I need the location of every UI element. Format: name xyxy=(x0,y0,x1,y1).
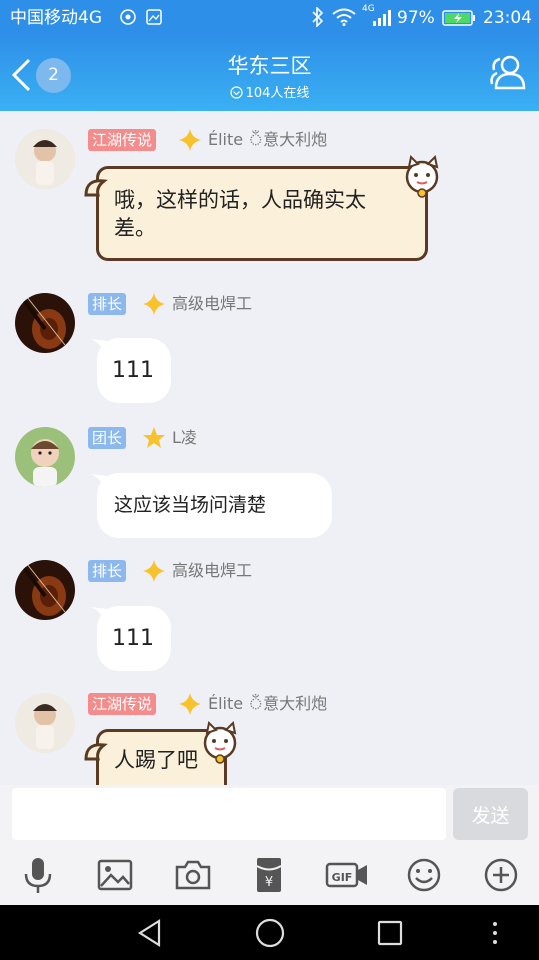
message-bubble[interactable]: 这应该当场问清楚 xyxy=(97,473,332,538)
message-text-line: 这应该当场问清楚 xyxy=(114,494,267,516)
svg-text:¥: ¥ xyxy=(265,875,273,890)
lucky-cat-icon xyxy=(200,720,242,769)
rank-tag: 江湖传说 xyxy=(88,129,157,151)
battery-percent: 97% xyxy=(397,8,435,28)
star-filled-icon xyxy=(142,426,166,454)
message-text-line: 111 xyxy=(112,626,154,651)
bluetooth-icon xyxy=(311,6,325,32)
lucky-cat-icon xyxy=(402,154,444,203)
group-title: 华东三区 xyxy=(227,54,312,78)
rank-tag: 排长 xyxy=(88,560,127,582)
sender-name[interactable]: 高级电焊工 xyxy=(172,293,252,315)
star-icon xyxy=(142,559,166,587)
sender-name[interactable]: L凌 xyxy=(172,427,197,449)
violin-avatar[interactable] xyxy=(15,560,75,620)
star-icon xyxy=(178,128,202,156)
wifi-icon xyxy=(332,8,356,31)
nav-home-icon[interactable] xyxy=(255,918,285,952)
sender-name[interactable]: Élite ঁ意大利炮 xyxy=(208,693,327,715)
message-text-line: 111 xyxy=(112,358,154,383)
message-input[interactable] xyxy=(12,788,446,840)
sender-name[interactable]: 高级电焊工 xyxy=(172,560,252,582)
star-icon xyxy=(178,692,202,720)
red-packet-icon[interactable]: ¥ xyxy=(249,855,289,895)
signal-icon xyxy=(372,9,392,32)
chevron-down-circle-icon[interactable] xyxy=(229,86,243,103)
message-text-line: 差。 xyxy=(114,216,156,240)
group-members-icon[interactable] xyxy=(488,54,528,94)
gallery-notification-icon xyxy=(146,9,162,30)
chat-header: 2 华东三区 104人在线 xyxy=(0,34,539,111)
carrier-label: 中国移动4G xyxy=(10,8,102,28)
nav-menu-icon[interactable] xyxy=(485,920,505,950)
nav-back-icon[interactable] xyxy=(135,918,165,952)
star-icon xyxy=(142,292,166,320)
online-count: 104人在线 xyxy=(0,82,539,103)
svg-text:GIF: GIF xyxy=(332,871,353,884)
battery-charging-icon xyxy=(442,10,476,31)
send-button[interactable]: 发送 xyxy=(453,788,528,840)
baby-avatar[interactable] xyxy=(15,427,75,487)
camera-icon[interactable] xyxy=(173,855,213,895)
message-text-line: 人踢了吧 xyxy=(114,748,198,772)
violin-avatar[interactable] xyxy=(15,293,75,353)
sender-name[interactable]: Élite ঁ意大利炮 xyxy=(208,129,327,151)
child-photo-avatar[interactable] xyxy=(15,129,75,189)
message-item: 排长 高级电焊工 111 xyxy=(0,548,539,678)
child-photo-avatar[interactable] xyxy=(15,693,75,753)
system-navigation-bar xyxy=(0,905,539,960)
message-bubble[interactable]: 111 xyxy=(97,338,171,403)
message-item: 团长 L凌 这应该当场问清楚 xyxy=(0,416,539,546)
message-bubble[interactable]: 哦，这样的话，人品确实太 差。 xyxy=(96,166,428,261)
bubble-ear-icon xyxy=(84,741,108,765)
image-icon[interactable] xyxy=(95,855,135,895)
nav-recents-icon[interactable] xyxy=(375,918,405,952)
bubble-ear-icon xyxy=(84,177,108,201)
gif-icon[interactable]: GIF xyxy=(325,855,369,895)
status-bar: 中国移动4G 4G 97% 23:04 xyxy=(0,0,539,34)
rank-tag: 团长 xyxy=(88,427,127,449)
message-text-line: 哦，这样的话，人品确实太 xyxy=(114,188,366,212)
message-item: 江湖传说 Élite ঁ意大利炮 人踢了吧 xyxy=(0,679,539,785)
clock: 23:04 xyxy=(483,8,532,28)
location-icon xyxy=(120,9,136,30)
microphone-icon[interactable] xyxy=(18,855,58,895)
message-list[interactable]: 江湖传说 Élite ঁ意大利炮 哦，这样的话，人品确实太 差。 排长 高级电焊… xyxy=(0,111,539,785)
online-count-label: 104人在线 xyxy=(245,86,310,101)
input-bar: 发送 ¥ GIF xyxy=(0,785,539,905)
rank-tag: 排长 xyxy=(88,293,127,315)
rank-tag: 江湖传说 xyxy=(88,693,157,715)
plus-icon[interactable] xyxy=(481,855,521,895)
message-bubble[interactable]: 111 xyxy=(97,606,171,671)
emoji-icon[interactable] xyxy=(404,855,444,895)
message-item: 排长 高级电焊工 111 xyxy=(0,281,539,411)
message-item: 江湖传说 Élite ঁ意大利炮 哦，这样的话，人品确实太 差。 xyxy=(0,111,539,281)
